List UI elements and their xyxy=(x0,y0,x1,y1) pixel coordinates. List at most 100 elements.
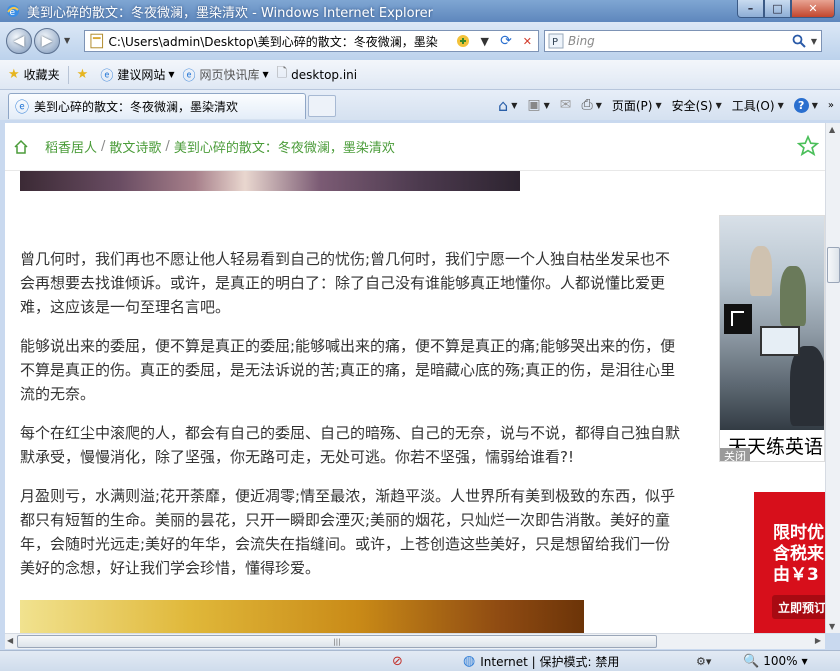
compat-view-icon[interactable] xyxy=(453,31,474,51)
ad-book-button[interactable]: 立即预订 xyxy=(772,595,825,619)
home-icon[interactable] xyxy=(13,139,29,155)
article-body: 曾几何时，我们再也不愿让他人轻易看到自己的忧伤;曾几何时，我们宁愿一个人独自枯坐… xyxy=(20,247,680,595)
ad-corner-icon xyxy=(724,304,752,334)
printer-icon: ⎙ xyxy=(581,97,593,113)
add-favorite-button[interactable]: ★ xyxy=(77,67,93,82)
status-bar: ⊘ ◍ Internet | 保护模式: 禁用 ⚙▾ 🔍 100% ▼ xyxy=(0,650,840,671)
desktop-ini-link[interactable]: 🗋 desktop.ini xyxy=(277,64,357,86)
favorites-bar: ★ 收藏夹 ★ ⓔ 建议网站 ▼ ⓔ 网页快讯库 ▼ 🗋 desktop.ini xyxy=(0,60,840,90)
horizontal-scrollbar[interactable]: ◀ ||| ▶ xyxy=(5,633,825,649)
favorite-star-icon[interactable] xyxy=(797,135,819,157)
page-menu[interactable]: 页面(P) ▼ xyxy=(612,97,662,114)
protected-mode-icon[interactable]: ⚙▾ xyxy=(696,655,711,668)
file-icon: 🗋 xyxy=(276,65,288,81)
article-image-bottom xyxy=(20,600,584,633)
ad-promo-line: 由￥3 xyxy=(773,565,819,585)
address-dropdown-icon[interactable]: ▼ xyxy=(474,31,495,51)
ad-banner-english[interactable]: 天天练英语 关闭 xyxy=(719,215,825,462)
search-box[interactable]: P Bing ▼ xyxy=(544,30,822,52)
article-image-top xyxy=(20,171,520,191)
globe-icon: ◍ xyxy=(463,653,476,669)
search-dropdown-icon[interactable]: ▼ xyxy=(811,37,817,46)
tools-menu-label: 工具(O) xyxy=(731,98,775,113)
security-zone[interactable]: ◍ Internet | 保护模式: 禁用 xyxy=(463,653,619,670)
maximize-button[interactable]: □ xyxy=(764,0,791,18)
mail-button[interactable]: ✉ xyxy=(560,97,572,113)
page-icon xyxy=(90,33,104,49)
home-icon: ⌂ xyxy=(498,95,509,115)
svg-text:e: e xyxy=(10,8,16,18)
back-button[interactable]: ◀ xyxy=(6,28,32,54)
home-button[interactable]: ⌂ ▼ xyxy=(498,96,517,115)
star-icon: ★ xyxy=(8,67,20,82)
chevron-down-icon: ▼ xyxy=(168,70,175,79)
breadcrumb-separator: / xyxy=(165,139,170,154)
popup-blocker-icon[interactable]: ⊘ xyxy=(392,654,403,669)
favbar-separator xyxy=(67,65,69,84)
toolbar-overflow-button[interactable]: » xyxy=(828,100,834,111)
horizontal-scroll-thumb[interactable]: ||| xyxy=(17,635,657,648)
minimize-button[interactable]: – xyxy=(737,0,764,18)
search-icon[interactable] xyxy=(791,33,807,49)
tab-row: ⓔ 美到心碎的散文：冬夜微澜，墨染清欢 ⌂ ▼ ▣ ▼ ✉ ⎙ ▼ 页面(P) ▼ 安全… xyxy=(0,90,840,120)
favorites-label: 收藏夹 xyxy=(23,68,60,82)
safety-menu-label: 安全(S) xyxy=(671,98,713,113)
scroll-down-icon[interactable]: ▼ xyxy=(829,622,835,631)
search-input[interactable]: Bing xyxy=(568,34,791,48)
favorites-button[interactable]: ★ 收藏夹 xyxy=(8,66,60,83)
ad-banner-promo[interactable]: 限时优 含税来 由￥3 立即预订 xyxy=(754,492,825,633)
safety-menu[interactable]: 安全(S) ▼ xyxy=(672,97,722,114)
breadcrumb-item-article[interactable]: 美到心碎的散文：冬夜微澜，墨染清欢 xyxy=(174,137,395,156)
web-slice-label: 网页快讯库 xyxy=(199,68,260,82)
address-url[interactable]: C:\Users\admin\Desktop\美到心碎的散文：冬夜微澜，墨染 xyxy=(109,33,453,50)
ad-close-button[interactable]: 关闭 xyxy=(720,448,750,461)
address-toolbar: ◀ ▶ ▼ C:\Users\admin\Desktop\美到心碎的散文：冬夜微… xyxy=(0,22,840,60)
scroll-left-icon[interactable]: ◀ xyxy=(7,636,13,645)
vertical-scrollbar[interactable]: ▲ ▼ xyxy=(825,123,840,633)
print-button[interactable]: ⎙ ▼ xyxy=(581,97,601,113)
address-bar[interactable]: C:\Users\admin\Desktop\美到心碎的散文：冬夜微澜，墨染 ▼… xyxy=(84,30,539,52)
search-provider-icon: P xyxy=(548,33,564,49)
page-menu-label: 页面(P) xyxy=(611,98,653,113)
command-bar: ⌂ ▼ ▣ ▼ ✉ ⎙ ▼ 页面(P) ▼ 安全(S) ▼ 工具(O) ▼ ? ▼ » xyxy=(488,93,834,117)
svg-text:P: P xyxy=(552,37,558,48)
article-paragraph: 曾几何时，我们再也不愿让他人轻易看到自己的忧伤;曾几何时，我们宁愿一个人独自枯坐… xyxy=(20,250,671,316)
close-button[interactable]: ✕ xyxy=(791,0,835,18)
zoom-control[interactable]: 🔍 100% ▼ xyxy=(743,654,808,669)
zoom-icon: 🔍 xyxy=(743,653,760,669)
help-button[interactable]: ? ▼ xyxy=(793,97,818,113)
chevron-down-icon: ▼ xyxy=(801,656,808,666)
history-dropdown-icon[interactable]: ▼ xyxy=(64,36,70,45)
stop-icon[interactable]: ✕ xyxy=(517,31,538,51)
article-paragraph: 月盈则亏，水满则溢;花开荼靡，便近凋零;情至最浓，渐趋平淡。人世界所有美到极致的… xyxy=(20,487,676,577)
feeds-button[interactable]: ▣ ▼ xyxy=(527,97,549,113)
suggested-sites-label: 建议网站 xyxy=(117,68,166,82)
suggested-sites-link[interactable]: ⓔ 建议网站 ▼ xyxy=(100,65,174,84)
vertical-scroll-thumb[interactable] xyxy=(827,247,840,283)
new-tab-button[interactable] xyxy=(308,95,336,117)
tab-label: 美到心碎的散文：冬夜微澜，墨染清欢 xyxy=(34,100,239,114)
mail-icon: ✉ xyxy=(559,97,572,113)
breadcrumb-separator: / xyxy=(101,139,106,154)
web-slice-link[interactable]: ⓔ 网页快讯库 ▼ xyxy=(183,65,269,84)
breadcrumb-item-home[interactable]: 稻香居人 xyxy=(45,137,97,156)
refresh-icon[interactable]: ⟳ xyxy=(495,31,516,51)
zoom-level: 100% xyxy=(763,654,798,668)
article-paragraph: 能够说出来的委屈，便不算是真正的委屈;能够喊出来的痛，便不算是真正的痛;能够哭出… xyxy=(20,337,676,403)
scroll-right-icon[interactable]: ▶ xyxy=(815,636,821,645)
help-icon: ? xyxy=(793,97,809,113)
breadcrumb-item-category[interactable]: 散文诗歌 xyxy=(109,137,161,156)
rss-icon: ▣ xyxy=(527,97,541,113)
arrow-right-icon: ▶ xyxy=(41,33,53,49)
window-title: 美到心碎的散文：冬夜微澜，墨染清欢 - Windows Internet Exp… xyxy=(27,5,433,21)
scroll-up-icon[interactable]: ▲ xyxy=(829,125,835,134)
tab-active[interactable]: ⓔ 美到心碎的散文：冬夜微澜，墨染清欢 xyxy=(8,93,306,119)
arrow-left-icon: ◀ xyxy=(13,33,25,49)
ie-icon: e xyxy=(7,5,19,18)
zone-label: Internet | 保护模式: 禁用 xyxy=(480,654,620,669)
desktop-ini-label: desktop.ini xyxy=(291,67,358,82)
ie-page-icon: ⓔ xyxy=(15,99,29,116)
tools-menu[interactable]: 工具(O) ▼ xyxy=(732,97,784,114)
page-content: 稻香居人 / 散文诗歌 / 美到心碎的散文：冬夜微澜，墨染清欢 曾几何时，我们再… xyxy=(5,123,825,633)
forward-button[interactable]: ▶ xyxy=(34,28,60,54)
